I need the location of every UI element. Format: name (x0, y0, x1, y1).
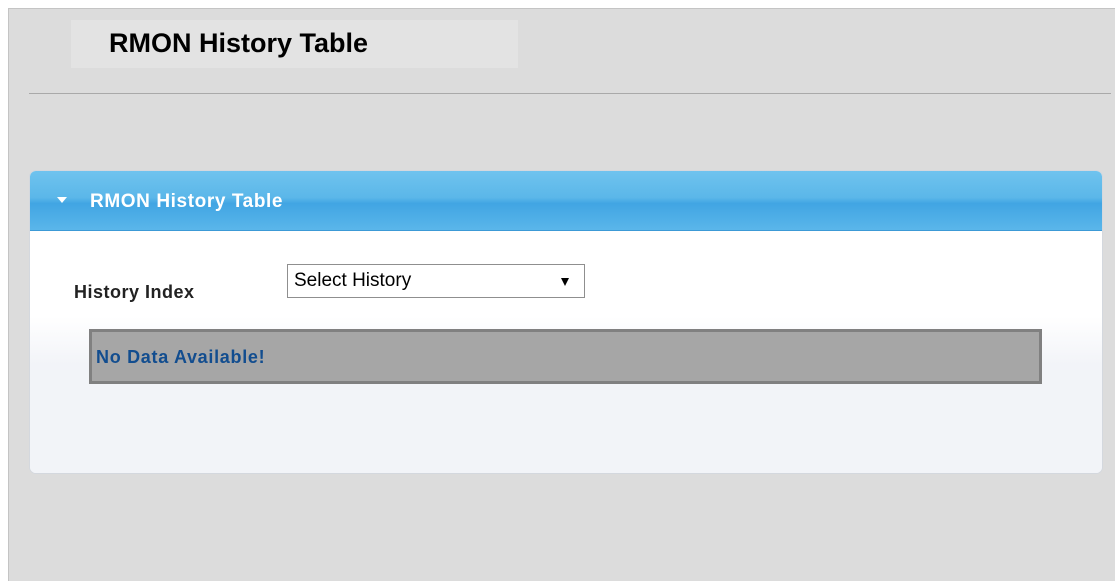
history-index-label: History Index (74, 282, 195, 302)
chevron-down-icon[interactable] (561, 278, 569, 286)
triangle-down-icon[interactable] (57, 197, 67, 203)
panel-header[interactable]: RMON History Table (30, 171, 1102, 231)
no-data-box: No Data Available! (89, 329, 1042, 384)
title-divider (29, 93, 1111, 94)
panel-title: RMON History Table (90, 191, 284, 212)
no-data-message: No Data Available! (96, 347, 266, 367)
page-container: RMON History Table RMON History Table Hi… (8, 8, 1115, 581)
page-title-box: RMON History Table (71, 20, 518, 68)
page-title: RMON History Table (109, 28, 369, 58)
history-index-select[interactable]: Select History (287, 264, 585, 298)
rmon-history-panel: RMON History Table (29, 170, 1103, 474)
history-select-value: Select History (294, 270, 412, 291)
